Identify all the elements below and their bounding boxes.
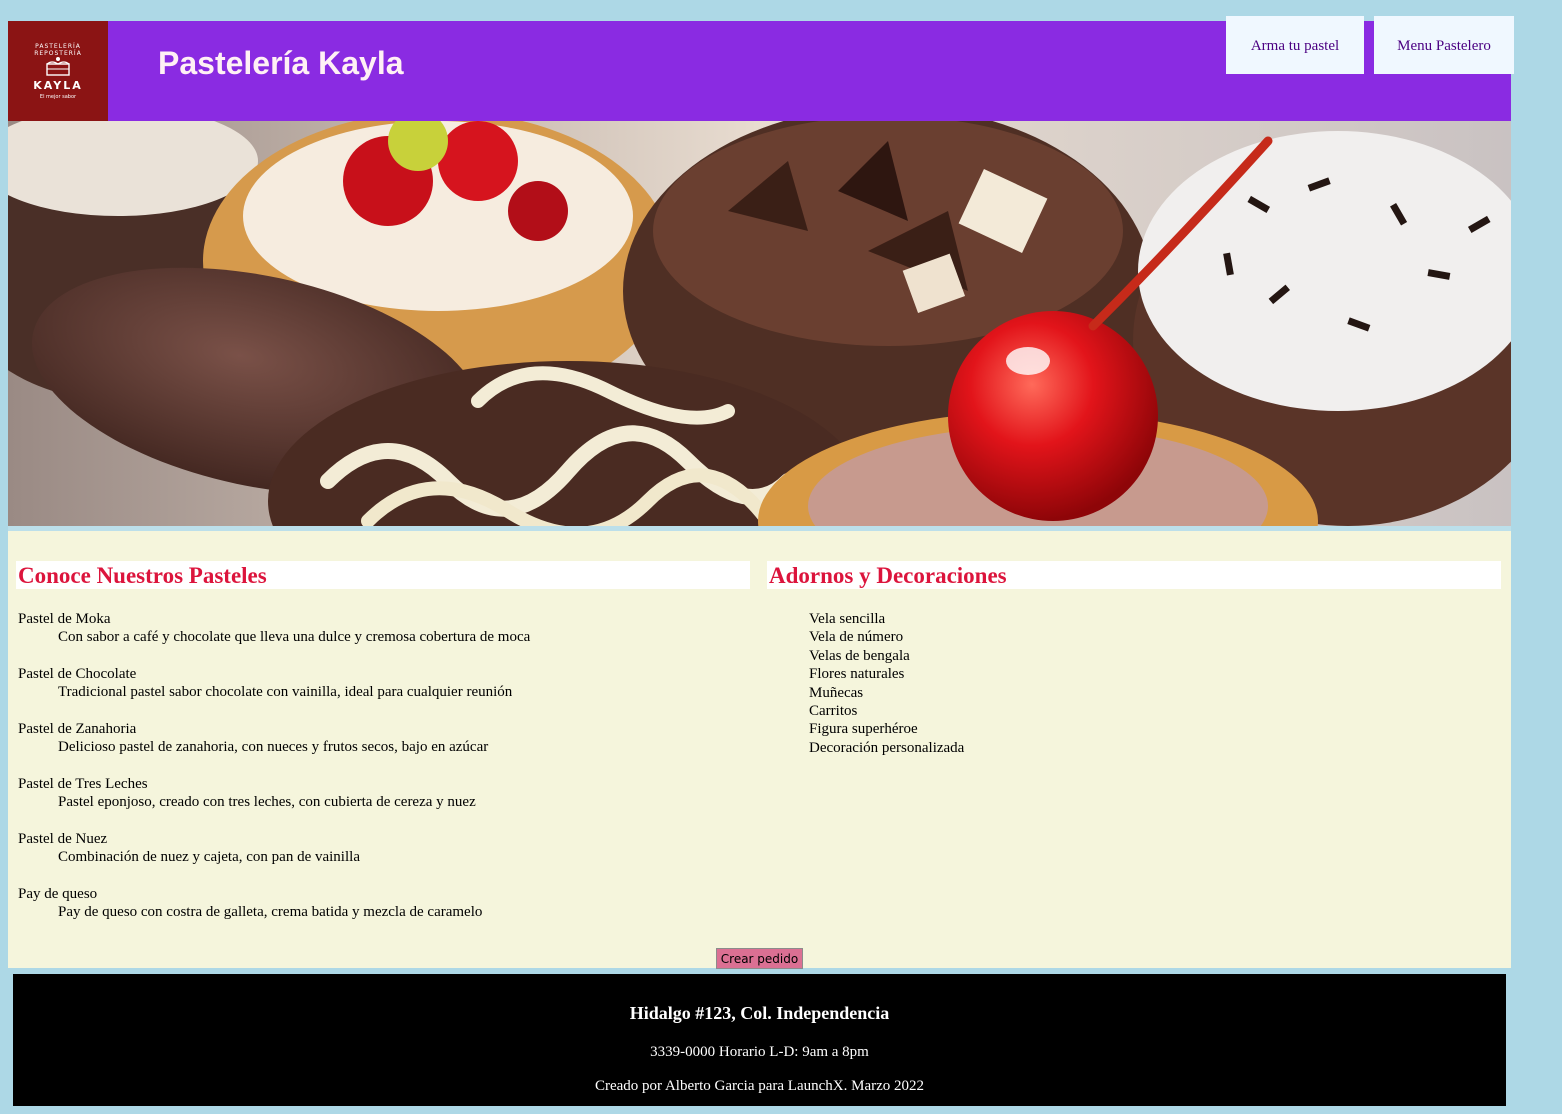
kayla-logo[interactable]: PASTELERÍA REPOSTERÍA KAYLA El mejor sab… bbox=[8, 21, 108, 121]
cake-name: Pastel de Tres Leches bbox=[18, 776, 148, 792]
cake-icon bbox=[46, 57, 70, 76]
cake-description: Pay de queso con costra de galleta, crem… bbox=[58, 904, 483, 920]
list-item: Vela sencilla bbox=[809, 611, 886, 627]
decorations-section-title: Adornos y Decoraciones bbox=[767, 561, 1501, 589]
site-title: Pastelería Kayla bbox=[158, 45, 404, 81]
main-content: Conoce Nuestros Pasteles Adornos y Decor… bbox=[8, 531, 1511, 969]
nav-menu-pastelero-button[interactable]: Menu Pastelero bbox=[1374, 16, 1514, 74]
create-order-button[interactable]: Crear pedido bbox=[716, 948, 803, 969]
decorations-list: Vela sencilla Vela de número Velas de be… bbox=[809, 610, 964, 757]
footer-phone-hours: 3339-0000 Horario L-D: 9am a 8pm bbox=[650, 1044, 869, 1060]
site-footer: Hidalgo #123, Col. Independencia 3339-00… bbox=[13, 974, 1506, 1106]
cake-name: Pastel de Moka bbox=[18, 611, 111, 627]
cake-description: Tradicional pastel sabor chocolate con v… bbox=[58, 684, 513, 700]
footer-credit: Creado por Alberto Garcia para LaunchX. … bbox=[594, 1078, 925, 1094]
cake-description: Delicioso pastel de zanahoria, con nuece… bbox=[58, 739, 489, 755]
logo-brand: KAYLA bbox=[33, 79, 83, 92]
cakes-section-title: Conoce Nuestros Pasteles bbox=[16, 561, 750, 589]
cake-description: Combinación de nuez y cajeta, con pan de… bbox=[58, 849, 360, 865]
cake-name: Pastel de Nuez bbox=[18, 831, 108, 847]
cake-description: Pastel eponjoso, creado con tres leches,… bbox=[58, 794, 476, 810]
nav-arma-tu-pastel-button[interactable]: Arma tu pastel bbox=[1226, 16, 1364, 74]
logo-slogan: El mejor sabor bbox=[39, 94, 77, 100]
hero-pastries-image bbox=[8, 121, 1511, 526]
cake-description: Con sabor a café y chocolate que lleva u… bbox=[58, 629, 531, 645]
list-item: Decoración personalizada bbox=[809, 739, 965, 756]
cake-name: Pay de queso bbox=[18, 886, 98, 902]
list-item: Velas de bengala bbox=[809, 647, 910, 664]
cake-name: Pastel de Chocolate bbox=[18, 666, 137, 682]
list-item: Carritos bbox=[809, 703, 858, 720]
list-item: Flores naturales bbox=[809, 666, 905, 683]
list-item: Vela de número bbox=[809, 629, 904, 646]
list-item: Figura superhéroe bbox=[809, 721, 918, 738]
list-item: Muñecas bbox=[809, 684, 864, 701]
footer-address: Hidalgo #123, Col. Independencia bbox=[629, 1003, 890, 1023]
cake-name: Pastel de Zanahoria bbox=[18, 721, 137, 737]
cakes-list: Pastel de Moka Con sabor a café y chocol… bbox=[18, 610, 758, 940]
pastries-illustration bbox=[8, 121, 1511, 526]
